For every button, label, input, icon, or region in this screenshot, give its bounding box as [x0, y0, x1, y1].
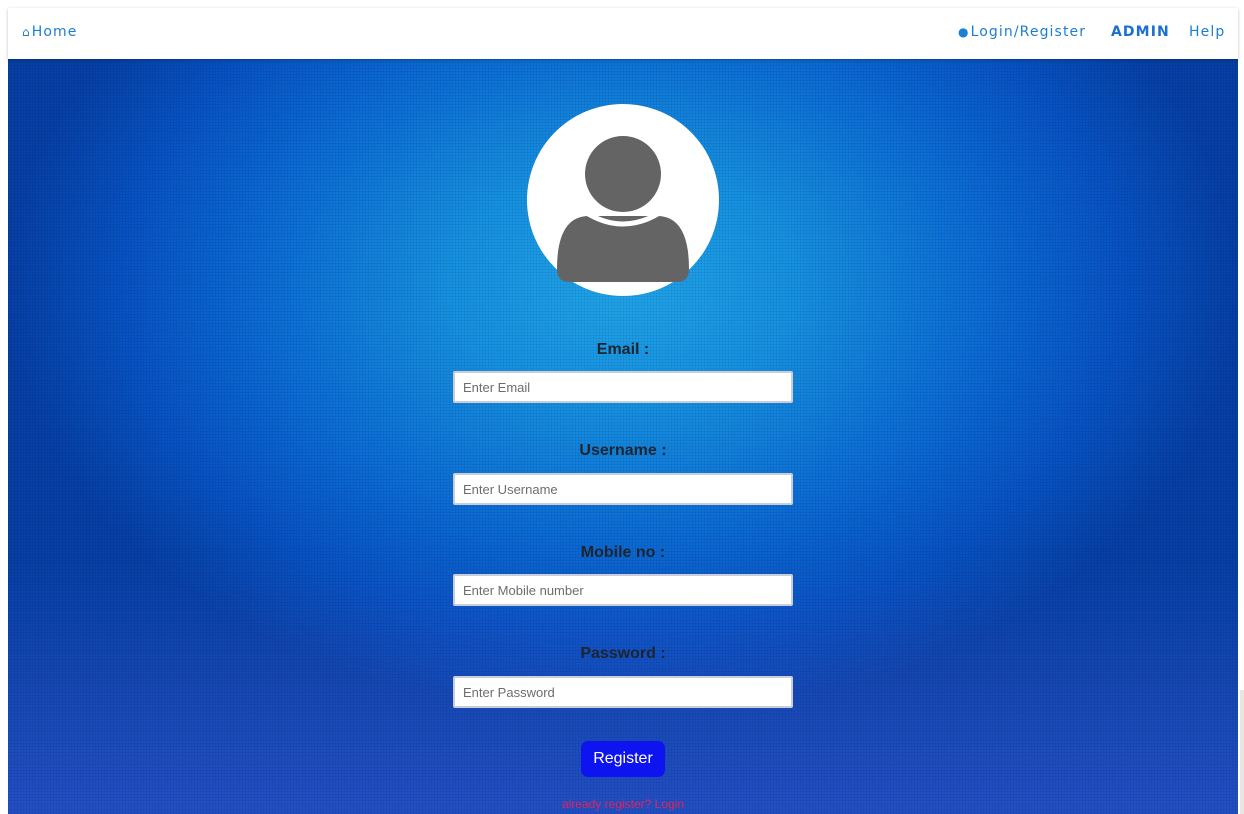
nav-home-link[interactable]: ⌂Home: [22, 24, 77, 40]
password-label: Password :: [580, 645, 666, 662]
email-field[interactable]: [453, 371, 793, 403]
nav-home-label: Home: [31, 24, 78, 40]
scrollbar-thumb[interactable]: [1240, 690, 1244, 814]
home-icon: ⌂: [22, 25, 31, 39]
username-label: Username :: [579, 442, 667, 459]
user-avatar-icon: [557, 136, 689, 282]
left-margin: [0, 0, 8, 814]
background-hero: Email : Username : Mobile no : Password …: [8, 59, 1238, 814]
user-icon: ●: [958, 25, 970, 39]
user-avatar: [527, 104, 719, 296]
scrollbar-track[interactable]: [1238, 0, 1244, 814]
mobile-label: Mobile no :: [580, 544, 666, 561]
nav-help-link[interactable]: Help: [1189, 24, 1225, 40]
register-button[interactable]: Register: [581, 741, 665, 777]
nav-login-register-label: Login/Register: [970, 24, 1087, 40]
top-navbar: ⌂Home ●Login/Register ADMIN Help: [8, 8, 1238, 59]
email-label: Email :: [596, 341, 650, 358]
nav-login-register-link[interactable]: ●Login/Register: [958, 24, 1086, 40]
password-field[interactable]: [453, 676, 793, 708]
mobile-field[interactable]: [453, 574, 793, 606]
login-link[interactable]: already register? Login: [453, 797, 793, 811]
nav-admin-link[interactable]: ADMIN: [1111, 24, 1170, 40]
username-field[interactable]: [453, 473, 793, 505]
register-page: Email : Username : Mobile no : Password …: [0, 0, 1244, 814]
